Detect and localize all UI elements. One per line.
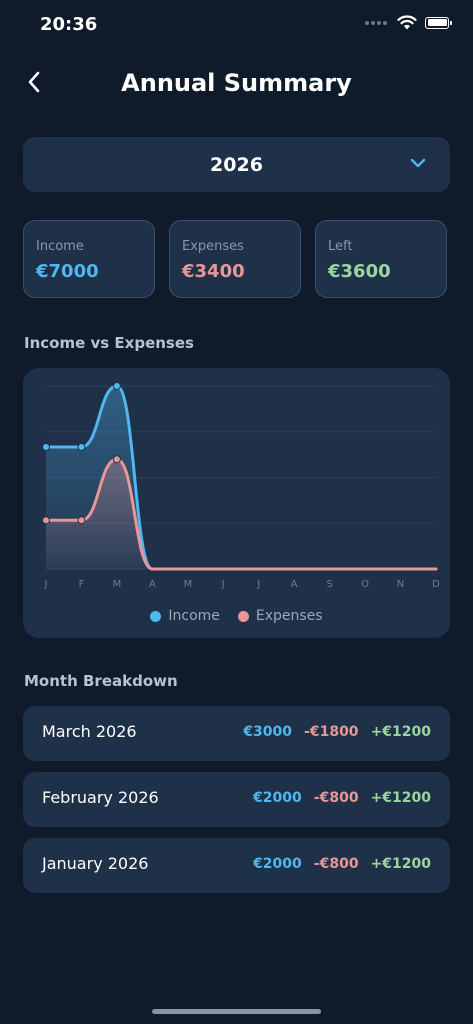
status-bar: 20:36 xyxy=(0,0,473,52)
data-point-income xyxy=(42,443,50,451)
legend-label-expenses: Expenses xyxy=(255,608,323,624)
x-tick-label: S xyxy=(326,579,332,590)
status-time: 20:36 xyxy=(40,14,98,35)
income-expenses-chart: J F M A M J J A S O N D Income Expenses xyxy=(23,368,450,638)
expenses-card-value: €3400 xyxy=(182,261,245,282)
month-income: €2000 xyxy=(253,790,302,806)
month-expenses: -€800 xyxy=(313,856,359,872)
month-name: February 2026 xyxy=(42,788,159,807)
income-summary-card: Income €7000 xyxy=(23,220,155,298)
x-tick-label: A xyxy=(291,579,298,590)
wifi-icon xyxy=(397,15,417,30)
year-value: 2026 xyxy=(210,153,263,176)
month-expenses: -€800 xyxy=(313,790,359,806)
page-title: Annual Summary xyxy=(121,69,352,97)
battery-icon xyxy=(425,16,452,29)
left-summary-card: Left €3600 xyxy=(315,220,447,298)
income-card-value: €7000 xyxy=(36,261,99,282)
chevron-left-icon xyxy=(28,71,40,93)
month-net: +€1200 xyxy=(370,790,431,806)
expenses-summary-card: Expenses €3400 xyxy=(169,220,301,298)
x-tick-label: O xyxy=(361,579,369,590)
x-tick-label: M xyxy=(113,579,122,590)
legend-item-income: Income xyxy=(150,608,220,624)
month-net: +€1200 xyxy=(370,856,431,872)
chart-section-title: Income vs Expenses xyxy=(24,334,194,352)
month-net: +€1200 xyxy=(370,724,431,740)
breakdown-section-title: Month Breakdown xyxy=(24,672,178,690)
expenses-card-label: Expenses xyxy=(182,239,244,254)
legend-dot-expenses xyxy=(237,610,249,622)
legend-dot-income xyxy=(150,610,162,622)
x-tick-label: D xyxy=(432,579,440,590)
data-point-expenses xyxy=(42,516,50,525)
month-values: €3000 -€1800 +€1200 xyxy=(243,724,431,740)
x-tick-label: A xyxy=(149,579,156,590)
chart-plot: JFMAMJJASOND xyxy=(42,382,440,590)
income-card-label: Income xyxy=(36,239,84,254)
month-income: €2000 xyxy=(253,856,302,872)
cellular-signal-icon xyxy=(365,20,387,25)
x-tick-label: J xyxy=(221,579,225,590)
month-values: €2000 -€800 +€1200 xyxy=(253,856,431,872)
chart-legend: Income Expenses xyxy=(23,608,450,624)
back-button[interactable] xyxy=(18,66,50,98)
data-point-expenses xyxy=(112,455,121,464)
month-expenses: -€1800 xyxy=(304,724,359,740)
legend-label-income: Income xyxy=(168,608,220,624)
month-row-march[interactable]: March 2026 €3000 -€1800 +€1200 xyxy=(23,706,450,761)
chevron-down-icon xyxy=(410,158,426,168)
data-point-income xyxy=(112,382,121,390)
legend-item-expenses: Expenses xyxy=(237,608,323,624)
x-tick-label: N xyxy=(397,579,404,590)
month-name: January 2026 xyxy=(42,854,149,873)
x-tick-label: J xyxy=(256,579,260,590)
status-icons xyxy=(365,15,452,30)
x-tick-label: M xyxy=(183,579,192,590)
x-tick-label: F xyxy=(79,579,85,590)
left-card-value: €3600 xyxy=(328,261,391,282)
month-name: March 2026 xyxy=(42,722,137,741)
month-income: €3000 xyxy=(243,724,293,740)
month-values: €2000 -€800 +€1200 xyxy=(253,790,431,806)
home-indicator xyxy=(152,1009,321,1014)
data-point-expenses xyxy=(77,516,86,525)
month-row-january[interactable]: January 2026 €2000 -€800 +€1200 xyxy=(23,838,450,893)
month-row-february[interactable]: February 2026 €2000 -€800 +€1200 xyxy=(23,772,450,827)
left-card-label: Left xyxy=(328,239,353,254)
annual-summary-screen: 20:36 Annual Summary 2026 Income €7000 E… xyxy=(0,0,473,1024)
x-tick-label: J xyxy=(44,579,48,590)
data-point-income xyxy=(77,443,86,451)
year-selector[interactable]: 2026 xyxy=(23,137,450,192)
